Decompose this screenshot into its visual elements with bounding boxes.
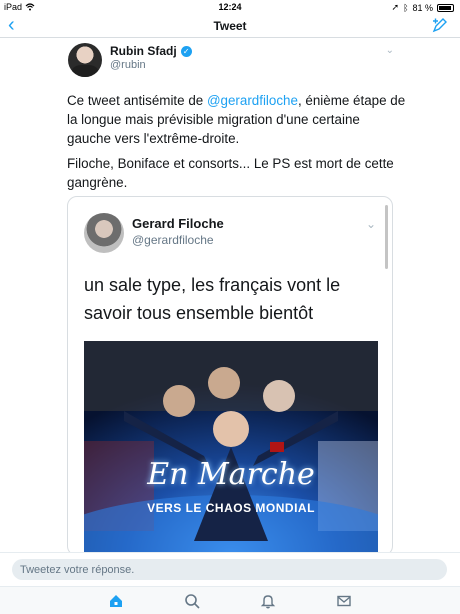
- messages-icon[interactable]: [336, 593, 352, 609]
- reply-input[interactable]: [12, 559, 447, 580]
- mention-link[interactable]: @gerardfiloche: [207, 93, 298, 108]
- author-name[interactable]: Rubin Sfadj: [110, 44, 177, 58]
- quoted-author-name[interactable]: Gerard Filoche: [132, 216, 224, 231]
- reply-bar: [0, 552, 460, 586]
- tweet-text-part: Ce tweet antisémite de: [67, 93, 207, 108]
- chevron-down-icon[interactable]: ⌄: [366, 217, 376, 231]
- avatar[interactable]: [68, 43, 102, 77]
- quoted-tweet[interactable]: Gerard Filoche @gerardfiloche ⌄ un sale …: [67, 196, 393, 556]
- battery-icon: [437, 3, 454, 12]
- page-title: Tweet: [213, 19, 247, 33]
- tweet-text: Ce tweet antisémite de @gerardfiloche, é…: [67, 91, 407, 198]
- media-illustration: [84, 341, 378, 555]
- scrollbar[interactable]: [385, 205, 388, 269]
- quoted-tweet-text: un sale type, les français vont le savoi…: [84, 275, 341, 323]
- notifications-icon[interactable]: [260, 593, 276, 609]
- status-bar: iPad 12:24 ➚ ᛒ 81 %: [0, 0, 460, 14]
- tweet-paragraph-1: Ce tweet antisémite de @gerardfiloche, é…: [67, 91, 407, 148]
- quoted-avatar[interactable]: [84, 213, 124, 253]
- quoted-author-handle[interactable]: @gerardfiloche: [132, 233, 214, 247]
- nav-bar: ‹ Tweet: [0, 14, 460, 38]
- bluetooth-icon: ᛒ: [403, 2, 409, 13]
- media-title: En Marche: [147, 457, 315, 492]
- home-icon[interactable]: [108, 593, 124, 609]
- author-handle[interactable]: @rubin: [110, 59, 146, 71]
- tab-bar: [0, 586, 460, 614]
- chevron-down-icon[interactable]: ⌄: [386, 45, 394, 56]
- quoted-media-image[interactable]: En Marche VERS LE CHAOS MONDIAL: [84, 341, 378, 555]
- media-subtitle: VERS LE CHAOS MONDIAL: [147, 501, 315, 515]
- battery-percent: 81 %: [412, 2, 433, 13]
- location-icon: ➚: [391, 2, 400, 12]
- author-name-row[interactable]: Rubin Sfadj ✓: [110, 44, 192, 58]
- tweet-paragraph-2: Filoche, Boniface et consorts... Le PS e…: [67, 156, 394, 190]
- verified-badge-icon: ✓: [180, 45, 192, 57]
- search-icon[interactable]: [184, 593, 200, 609]
- compose-icon[interactable]: [432, 17, 448, 33]
